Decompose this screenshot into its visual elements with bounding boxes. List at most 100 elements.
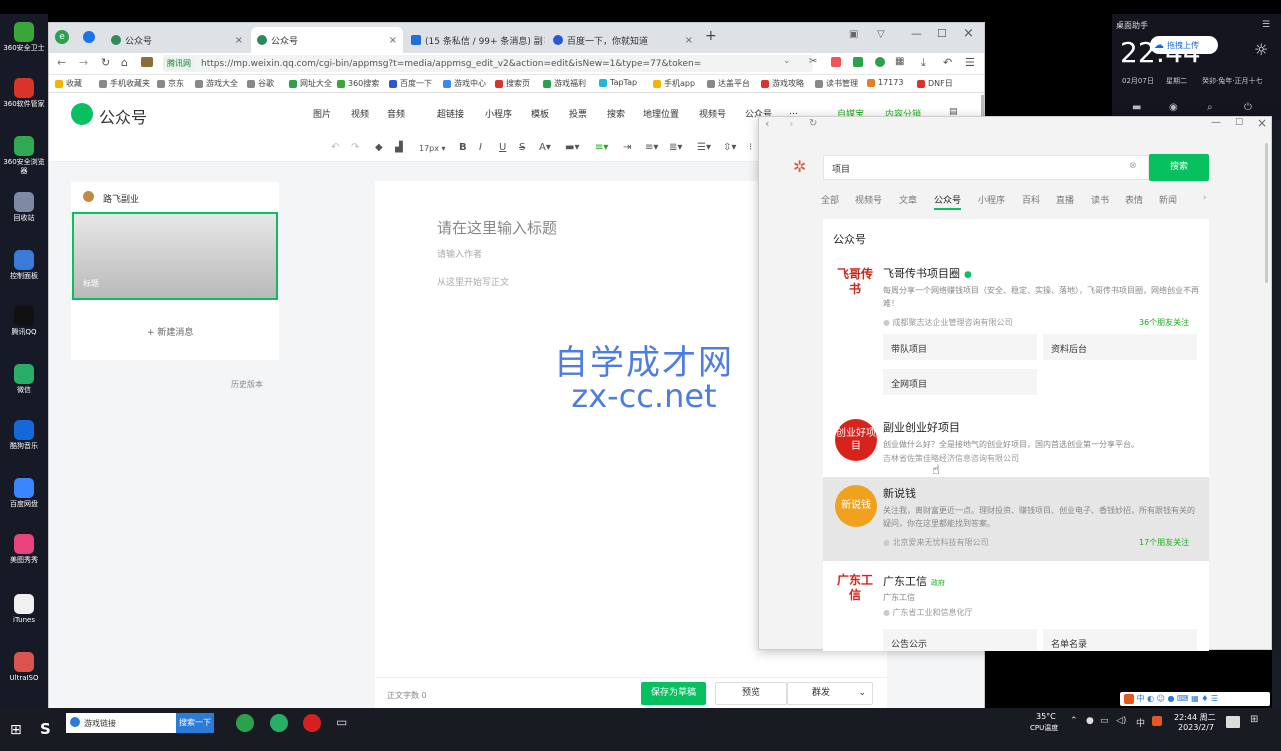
bookmark-item[interactable]: 谷歌 (247, 78, 274, 89)
indent-icon[interactable]: ⇥ (623, 142, 631, 153)
eraser-icon[interactable]: ◆ (375, 142, 383, 153)
desktop-icon[interactable]: 360安全浏览器 (0, 136, 48, 176)
bookmark-item[interactable]: TapTap (599, 78, 637, 87)
filter-live[interactable]: 直播 (1056, 193, 1074, 206)
download-icon[interactable]: ⤓ (921, 56, 926, 70)
bookmark-item[interactable]: 游戏福利 (543, 78, 586, 89)
bag-icon[interactable] (141, 57, 153, 67)
menu-location[interactable]: 地理位置 (643, 107, 679, 120)
ime-toolbar[interactable]: 中 ◐ ☺ ● ⌨ ▦ ♦ ☰ (1120, 692, 1270, 706)
tab-3[interactable]: (15 条私信 / 99+ 条消息) 副× (405, 27, 545, 53)
tab-list-icon[interactable]: ▽ (877, 29, 885, 40)
desktop-icon[interactable]: 酷狗音乐 (0, 420, 48, 451)
filter-baike[interactable]: 百科 (1022, 193, 1040, 206)
desktop-icon[interactable]: 控制面板 (0, 250, 48, 281)
eye-icon[interactable]: ◉ (1169, 102, 1178, 113)
redo-icon[interactable]: ↷ (351, 142, 359, 153)
filter-stickers[interactable]: 表情 (1125, 193, 1143, 206)
filter-channels[interactable]: 视频号 (855, 193, 882, 206)
minimize-icon[interactable]: — (1211, 117, 1221, 128)
filter-news[interactable]: 新闻 (1159, 193, 1177, 206)
new-tab-button[interactable]: + (705, 28, 717, 44)
menu-audio[interactable]: 音频 (387, 107, 405, 120)
bookmark-item[interactable]: 百度一下 (389, 78, 432, 89)
bookmark-item[interactable]: DNF日 (917, 78, 953, 89)
sub-menu-button[interactable]: 公告公示 (883, 629, 1037, 651)
body-input[interactable]: 从这里开始写正文 (437, 275, 509, 288)
minimize-icon[interactable]: — (911, 27, 922, 40)
url-field[interactable]: 腾讯网 https://mp.weixin.qq.com/cgi-bin/app… (163, 55, 813, 72)
bookmark-item[interactable]: 360搜索 (337, 78, 379, 89)
close-window-icon[interactable]: × (963, 26, 974, 41)
bookmark-item[interactable]: 游戏攻略 (761, 78, 804, 89)
background-color-icon[interactable]: ▬▾ (565, 142, 579, 153)
notification-icon[interactable] (1226, 716, 1240, 728)
wechat-taskbar-icon[interactable] (270, 714, 288, 732)
menu-vote[interactable]: 投票 (569, 107, 587, 120)
menu-miniprogram[interactable]: 小程序 (485, 107, 512, 120)
browser-logo-icon[interactable]: e (55, 30, 69, 44)
menu-icon[interactable]: ☰ (965, 56, 975, 69)
forward-icon[interactable]: → (79, 56, 88, 69)
ime-indicator[interactable]: 中 (1136, 716, 1145, 729)
underline-icon[interactable]: U (499, 142, 506, 153)
list-icon[interactable]: ☰▾ (697, 142, 711, 153)
browser-taskbar-icon[interactable] (236, 714, 254, 732)
filter-miniprogram[interactable]: 小程序 (978, 193, 1005, 206)
network-icon[interactable]: ▭ (1100, 716, 1109, 726)
history-version-link[interactable]: 历史版本 (231, 379, 263, 390)
windows-start-icon[interactable]: ⊞ (10, 722, 22, 738)
result-item[interactable]: 创业好项目 副业创业好项目 创业做什么好？全是接地气的创业好项目，国内首选创业第… (823, 415, 1209, 471)
show-desktop-icon[interactable]: ⊞ (1250, 714, 1258, 725)
home-icon[interactable]: ⌂ (121, 56, 128, 69)
bookmark-item[interactable]: 游戏中心 (443, 78, 486, 89)
spacing-icon[interactable]: ⇳▾ (723, 142, 736, 153)
font-color-icon[interactable]: A▾ (539, 142, 551, 153)
bookmark-item[interactable]: 搜索页 (495, 78, 530, 89)
undo-icon[interactable]: ↶ (331, 142, 339, 153)
publish-button[interactable]: 群发 ⌄ (787, 682, 873, 705)
format-painter-icon[interactable]: ▟ (395, 142, 403, 153)
filter-all[interactable]: 全部 (821, 193, 839, 206)
forward-icon[interactable]: › (789, 117, 793, 130)
close-icon[interactable]: × (543, 35, 545, 46)
align-left-icon[interactable]: ≡▾ (595, 142, 608, 153)
font-size-select[interactable]: 17px ▾ (419, 144, 446, 153)
filter-accounts[interactable]: 公众号 (934, 193, 962, 210)
desktop-icon[interactable]: 百度网盘 (0, 478, 48, 509)
bookmark-item[interactable]: 达盖平台 (707, 78, 750, 89)
sub-menu-button[interactable]: 资料后台 (1043, 334, 1197, 360)
desktop-icon[interactable]: 腾讯QQ (0, 306, 48, 337)
result-item[interactable]: 广东工信 广东工信 政府 广东工信 ● 广东省工业和信息化厅 公告公示 名单名录 (823, 567, 1209, 651)
new-message-button[interactable]: + 新建消息 (147, 325, 193, 338)
back-icon[interactable]: ‹ (765, 117, 769, 130)
pin-icon[interactable]: ▣ (849, 29, 858, 40)
italic-icon[interactable]: I (479, 142, 482, 153)
desktop-icon[interactable]: iTunes (0, 594, 48, 625)
search-icon[interactable]: ⌕ (1207, 102, 1213, 113)
bookmark-item[interactable]: 17173 (867, 78, 903, 87)
widget-menu-icon[interactable]: ☰ (1262, 20, 1270, 30)
back-icon[interactable]: ← (57, 56, 66, 69)
clear-icon[interactable]: ⊗ (1129, 161, 1137, 171)
more-format-icon[interactable]: ⁝ (749, 142, 752, 153)
extension-red-icon[interactable] (831, 57, 841, 67)
bookmark-item[interactable]: 手机app (653, 78, 695, 89)
strikethrough-icon[interactable]: S (519, 142, 525, 153)
menu-image[interactable]: 图片 (313, 107, 331, 120)
sub-menu-button[interactable]: 全网项目 (883, 369, 1037, 395)
maximize-icon[interactable]: ☐ (1235, 118, 1243, 128)
volume-icon[interactable]: ◁) (1116, 716, 1126, 726)
close-icon[interactable]: × (235, 35, 243, 46)
extension-wechat-icon[interactable] (875, 57, 885, 67)
search-input[interactable]: 项目 (823, 155, 1149, 180)
result-item[interactable]: 飞哥传书 飞哥传书项目圈 ● 每周分享一个网络赚钱项目（安全、稳定、实操、落地），… (823, 259, 1209, 409)
filter-books[interactable]: 读书 (1091, 193, 1109, 206)
chevron-up-icon[interactable]: ⌃ (1070, 716, 1078, 726)
grid-icon[interactable]: ▦ (895, 56, 904, 67)
desktop-icon[interactable]: 360软件管家 (0, 78, 48, 109)
netease-music-icon[interactable] (303, 714, 321, 732)
bookmark-item[interactable]: 收藏 (55, 78, 82, 89)
desktop-icon[interactable]: UltraISO (0, 652, 48, 683)
close-icon[interactable]: × (389, 35, 397, 46)
